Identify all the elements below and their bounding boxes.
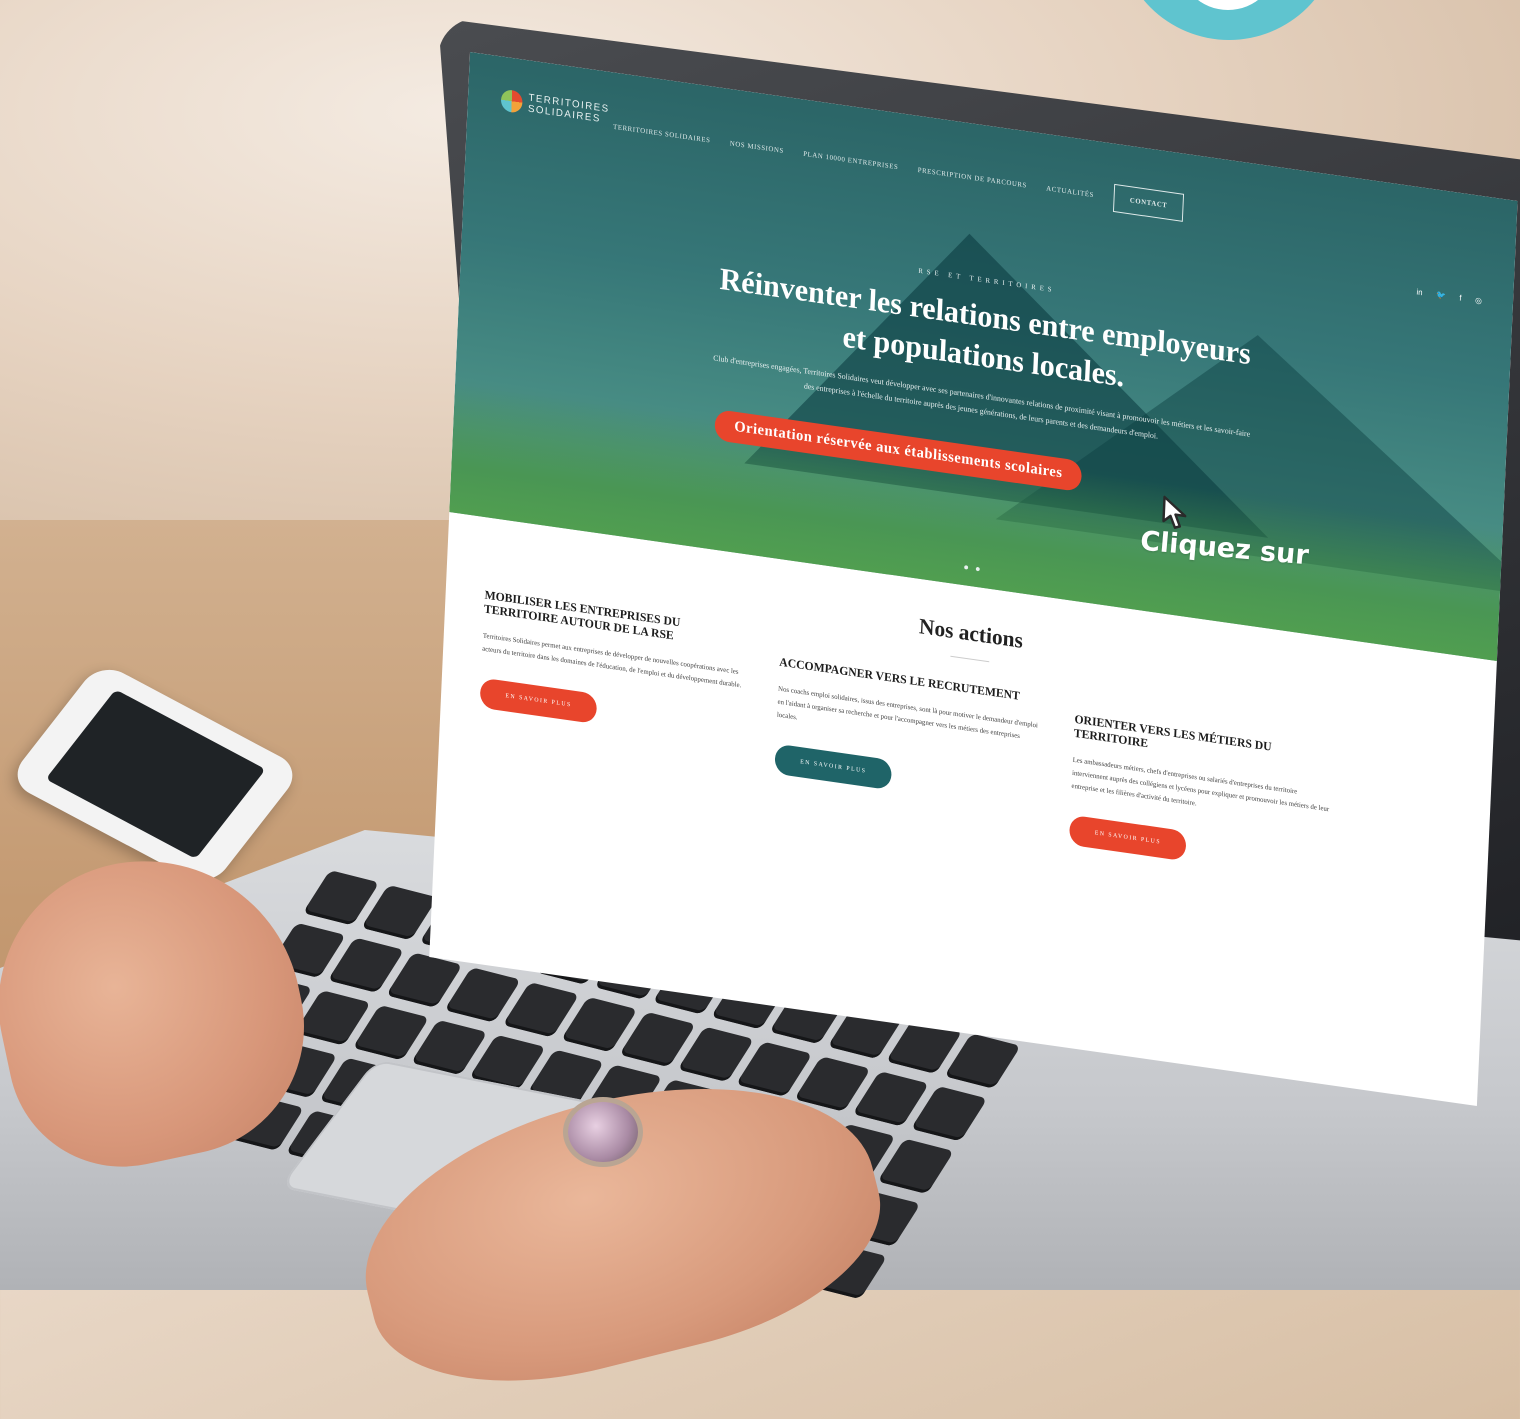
site-logo[interactable]: TERRITOIRES SOLIDAIRES: [500, 88, 613, 127]
learn-more-button[interactable]: EN SAVOIR PLUS: [774, 743, 893, 791]
nav-territoires-solidaires[interactable]: TERRITOIRES SOLIDAIRES: [613, 123, 711, 145]
learn-more-button[interactable]: EN SAVOIR PLUS: [1068, 814, 1187, 862]
social-links: in 🐦 f ◎: [1416, 287, 1482, 305]
nav-prescription-de-parcours[interactable]: PRESCRIPTION DE PARCOURS: [918, 166, 1028, 190]
contact-button[interactable]: CONTACT: [1112, 183, 1185, 222]
facebook-icon[interactable]: f: [1459, 293, 1462, 302]
ring: [568, 1102, 638, 1162]
linkedin-icon[interactable]: in: [1416, 287, 1422, 297]
nav-actualites[interactable]: ACTUALITÉS: [1046, 184, 1094, 199]
logo-icon: [500, 88, 523, 114]
nav-nos-missions[interactable]: NOS MISSIONS: [730, 139, 784, 155]
action-card-accompagner: ACCOMPAGNER VERS LE RECRUTEMENT Nos coac…: [774, 655, 1041, 811]
section-divider: [950, 655, 990, 663]
action-card-orienter: ORIENTER VERS LES MÉTIERS DU TERRITOIRE …: [1068, 712, 1337, 882]
logo-text: TERRITOIRES SOLIDAIRES: [528, 93, 612, 127]
laptop-screen: TERRITOIRES SOLIDAIRES TERRITOIRES SOLID…: [429, 52, 1518, 1107]
slider-dot[interactable]: [975, 566, 980, 572]
instagram-icon[interactable]: ◎: [1475, 296, 1482, 306]
twitter-icon[interactable]: 🐦: [1436, 290, 1446, 300]
nav-plan-10000-entreprises[interactable]: PLAN 10000 ENTREPRISES: [803, 150, 898, 172]
action-card-mobiliser: MOBILISER LES ENTREPRISES DU TERRITOIRE …: [479, 588, 747, 745]
learn-more-button[interactable]: EN SAVOIR PLUS: [479, 677, 598, 725]
slider-dot[interactable]: [964, 565, 969, 570]
